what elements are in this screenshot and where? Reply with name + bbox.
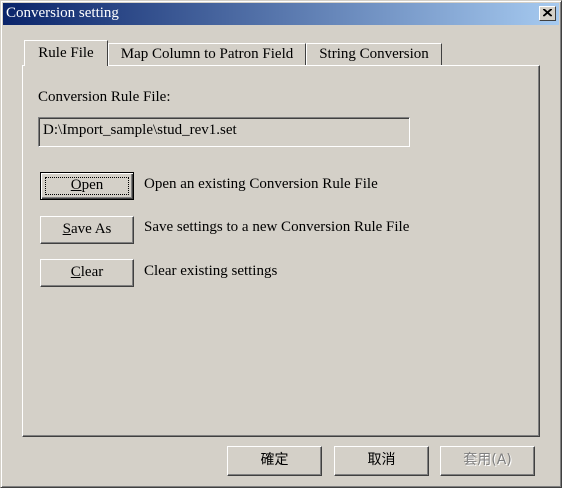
- focus-ring: [45, 177, 129, 195]
- clear-button-label-rest: lear: [80, 264, 104, 280]
- tab-string-conversion[interactable]: String Conversion: [306, 43, 442, 65]
- clear-button-mnemonic: C: [70, 264, 81, 280]
- ok-button[interactable]: 確定: [227, 446, 322, 476]
- save-as-description: Save settings to a new Conversion Rule F…: [144, 219, 410, 235]
- tab-rule-file[interactable]: Rule File: [24, 40, 108, 66]
- close-button[interactable]: [539, 6, 556, 21]
- open-description: Open an existing Conversion Rule File: [144, 176, 378, 192]
- save-as-button[interactable]: Save As: [40, 216, 134, 244]
- rule-file-path-field[interactable]: D:\Import_sample\stud_rev1.set: [38, 117, 410, 147]
- cancel-button[interactable]: 取消: [334, 446, 429, 476]
- window-title: Conversion setting: [6, 5, 119, 21]
- apply-button-label: 套用(A): [463, 452, 512, 468]
- tab-map-column-label: Map Column to Patron Field: [120, 46, 294, 62]
- clear-button[interactable]: Clear: [40, 259, 134, 287]
- save-as-button-label-rest: ave As: [70, 221, 112, 237]
- clear-description: Clear existing settings: [144, 263, 278, 279]
- conversion-rule-file-label: Conversion Rule File:: [38, 89, 171, 105]
- cancel-button-label: 取消: [367, 452, 396, 468]
- tab-map-column[interactable]: Map Column to Patron Field: [108, 43, 306, 65]
- rule-file-path-value: D:\Import_sample\stud_rev1.set: [43, 122, 237, 138]
- ok-button-label: 確定: [260, 452, 289, 468]
- close-icon: [543, 9, 552, 17]
- tab-string-conversion-label: String Conversion: [319, 46, 429, 62]
- title-bar[interactable]: Conversion setting: [3, 3, 559, 25]
- save-as-button-mnemonic: S: [62, 221, 71, 237]
- open-button[interactable]: Open: [40, 172, 134, 200]
- apply-button[interactable]: 套用(A): [440, 446, 535, 476]
- tab-rule-file-label: Rule File: [38, 45, 94, 61]
